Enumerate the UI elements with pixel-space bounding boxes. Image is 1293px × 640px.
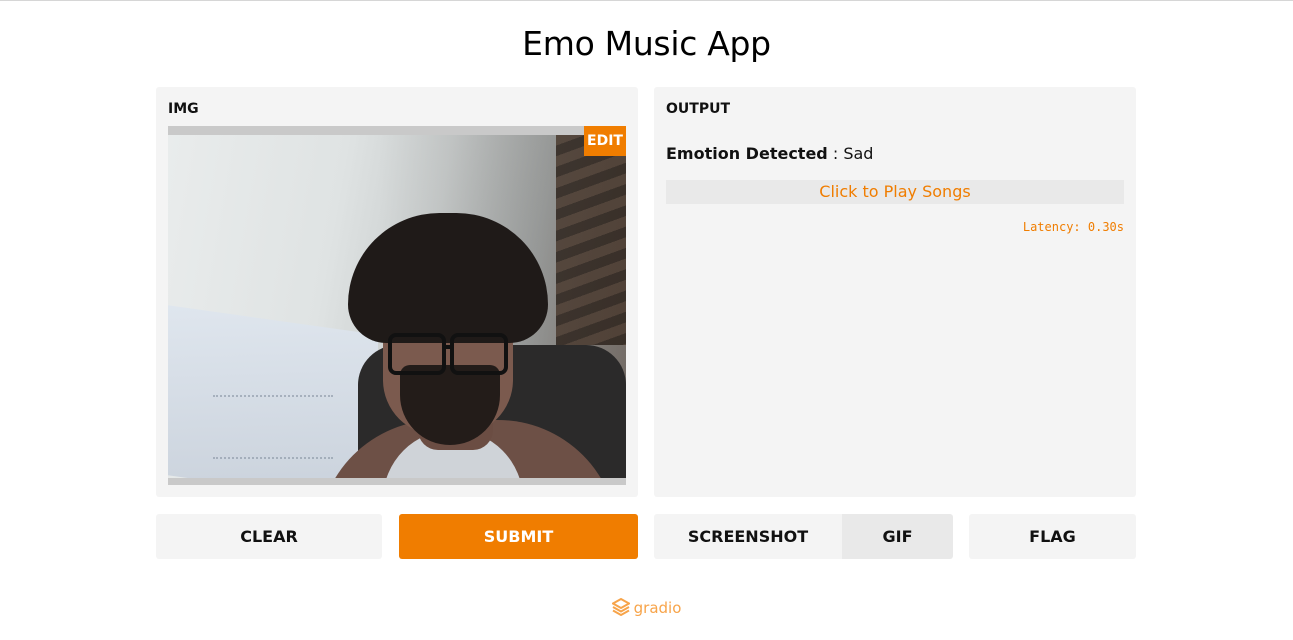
play-songs-link[interactable]: Click to Play Songs: [666, 180, 1124, 204]
photo-curtain: [556, 135, 626, 345]
emotion-value: Sad: [843, 144, 874, 163]
clear-button[interactable]: CLEAR: [156, 514, 382, 559]
emotion-result: Emotion Detected : Sad: [666, 144, 873, 163]
emotion-label: Emotion Detected: [666, 144, 828, 163]
output-panel: OUTPUT Emotion Detected : Sad Click to P…: [654, 87, 1136, 497]
webcam-photo: [168, 135, 626, 478]
submit-button[interactable]: SUBMIT: [399, 514, 638, 559]
input-panel: IMG EDIT: [156, 87, 638, 497]
top-border: [0, 0, 1293, 4]
photo-glasses-bridge: [444, 345, 454, 349]
gradio-logo-icon: [610, 597, 631, 617]
photo-glasses-left: [388, 333, 446, 375]
photo-whiteboard-writing: [213, 395, 333, 459]
edit-button[interactable]: EDIT: [584, 126, 626, 156]
input-label: IMG: [168, 101, 199, 117]
image-input[interactable]: EDIT: [168, 126, 626, 485]
output-label: OUTPUT: [666, 101, 730, 117]
latency-text: Latency: 0.30s: [1022, 220, 1124, 234]
emotion-separator: :: [827, 144, 844, 163]
page-title: Emo Music App: [522, 24, 771, 63]
photo-glasses-right: [450, 333, 508, 375]
gif-button[interactable]: GIF: [842, 514, 953, 559]
footer: gradio: [0, 597, 1293, 617]
screenshot-button[interactable]: SCREENSHOT: [654, 514, 842, 559]
flag-button[interactable]: FLAG: [969, 514, 1136, 559]
footer-brand[interactable]: gradio: [634, 599, 682, 617]
